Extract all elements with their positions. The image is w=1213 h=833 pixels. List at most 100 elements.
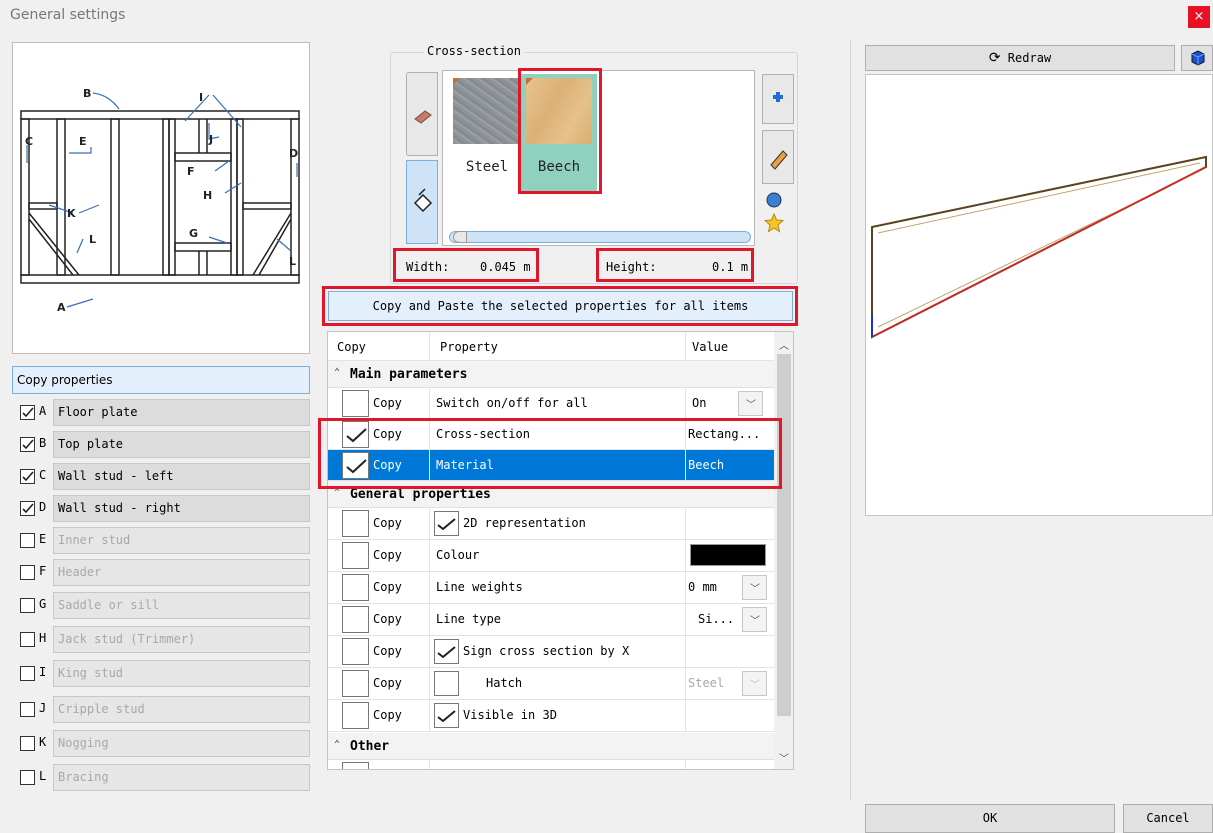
section-other[interactable]: ⌃ Other bbox=[328, 733, 774, 760]
element-checkbox[interactable] bbox=[20, 405, 35, 420]
copy-checkbox[interactable] bbox=[342, 606, 369, 633]
element-name[interactable]: Top plate bbox=[53, 431, 310, 458]
element-checkbox[interactable] bbox=[20, 666, 35, 681]
element-row-jack-stud[interactable]: H Jack stud (Trimmer) bbox=[18, 626, 310, 653]
element-checkbox[interactable] bbox=[20, 702, 35, 717]
horizontal-scrollbar[interactable] bbox=[449, 231, 751, 243]
online-library-button[interactable] bbox=[762, 190, 794, 210]
copy-checkbox[interactable] bbox=[342, 702, 369, 729]
value-checkbox[interactable] bbox=[434, 703, 459, 728]
colour-swatch[interactable] bbox=[690, 544, 766, 566]
grid-scrollbar[interactable]: ︿ ﹀ bbox=[774, 332, 793, 769]
copy-checkbox[interactable] bbox=[342, 390, 369, 417]
element-letter: I bbox=[39, 665, 47, 679]
close-button[interactable]: × bbox=[1188, 6, 1210, 28]
element-checkbox[interactable] bbox=[20, 437, 35, 452]
material-name-steel[interactable]: Steel bbox=[447, 159, 527, 175]
element-name[interactable]: Saddle or sill bbox=[53, 592, 310, 619]
add-material-button[interactable] bbox=[762, 74, 794, 124]
element-name[interactable]: Wall stud - left bbox=[53, 463, 310, 490]
element-name[interactable]: Nogging bbox=[53, 730, 310, 757]
favorite-button[interactable] bbox=[762, 212, 794, 234]
element-row-top-plate[interactable]: B Top plate bbox=[18, 431, 310, 458]
dropdown-button[interactable]: ﹀ bbox=[742, 607, 767, 632]
element-row-nogging[interactable]: K Nogging bbox=[18, 730, 310, 757]
scroll-up-icon[interactable]: ︿ bbox=[779, 337, 789, 352]
value-checkbox[interactable] bbox=[434, 639, 459, 664]
element-row-saddle-or-sill[interactable]: G Saddle or sill bbox=[18, 592, 310, 619]
element-checkbox[interactable] bbox=[20, 565, 35, 580]
scroll-left-handle[interactable] bbox=[453, 231, 467, 243]
element-row-wall-stud-left[interactable]: C Wall stud - left bbox=[18, 463, 310, 490]
grid-row-partial[interactable] bbox=[328, 760, 774, 769]
element-name[interactable]: Bracing bbox=[53, 764, 310, 791]
properties-grid[interactable]: Copy Property Value ⌃ Main parameters Co… bbox=[327, 331, 794, 770]
edit-material-button[interactable] bbox=[762, 130, 794, 184]
grid-row-visible-3d[interactable]: Copy Visible in 3D bbox=[328, 700, 774, 732]
scroll-thumb[interactable] bbox=[777, 354, 791, 716]
element-row-cripple-stud[interactable]: J Cripple stud bbox=[18, 696, 310, 723]
element-row-bracing[interactable]: L Bracing bbox=[18, 764, 310, 791]
copy-checkbox[interactable] bbox=[342, 762, 369, 769]
value-checkbox[interactable] bbox=[434, 671, 459, 696]
grid-row-line-type[interactable]: Copy Line type Si... ﹀ bbox=[328, 604, 774, 636]
element-name[interactable]: Jack stud (Trimmer) bbox=[53, 626, 310, 653]
redraw-button[interactable]: ⟳ Redraw bbox=[865, 45, 1175, 71]
element-name[interactable]: Wall stud - right bbox=[53, 495, 310, 522]
element-checkbox[interactable] bbox=[20, 632, 35, 647]
copy-checkbox[interactable] bbox=[342, 638, 369, 665]
chevron-up-icon[interactable]: ⌃ bbox=[334, 367, 340, 378]
chevron-down-icon: ﹀ bbox=[750, 584, 760, 595]
property-value[interactable]: Si... bbox=[698, 612, 734, 626]
material-swatch-steel[interactable] bbox=[453, 78, 519, 144]
copy-checkbox[interactable] bbox=[342, 670, 369, 697]
element-letter: F bbox=[39, 564, 47, 578]
value-checkbox[interactable] bbox=[434, 511, 459, 536]
copy-checkbox[interactable] bbox=[342, 542, 369, 569]
view-3d-button[interactable] bbox=[1181, 45, 1213, 71]
copy-checkbox[interactable] bbox=[342, 510, 369, 537]
element-name[interactable]: King stud bbox=[53, 660, 310, 687]
section-main-parameters[interactable]: ⌃ Main parameters bbox=[328, 361, 774, 388]
chevron-up-icon[interactable]: ⌃ bbox=[334, 739, 340, 750]
element-name[interactable]: Cripple stud bbox=[53, 696, 310, 723]
cancel-button[interactable]: Cancel bbox=[1123, 804, 1213, 833]
element-name[interactable]: Floor plate bbox=[53, 399, 310, 426]
element-row-floor-plate[interactable]: A Floor plate bbox=[18, 399, 310, 426]
element-row-king-stud[interactable]: I King stud bbox=[18, 660, 310, 687]
dropdown-button[interactable]: ﹀ bbox=[738, 391, 763, 416]
ok-button[interactable]: OK bbox=[865, 804, 1115, 833]
width-value[interactable]: 0.045 m bbox=[480, 260, 531, 274]
property-value[interactable]: On bbox=[692, 396, 706, 410]
grid-row-sign-cross-section[interactable]: Copy Sign cross section by X bbox=[328, 636, 774, 668]
element-checkbox[interactable] bbox=[20, 598, 35, 613]
element-checkbox[interactable] bbox=[20, 501, 35, 516]
element-checkbox[interactable] bbox=[20, 533, 35, 548]
panel-separator bbox=[850, 40, 851, 800]
copy-label: Copy bbox=[373, 644, 402, 658]
element-row-wall-stud-right[interactable]: D Wall stud - right bbox=[18, 495, 310, 522]
dropdown-button[interactable]: ﹀ bbox=[742, 575, 767, 600]
highlight-beech bbox=[518, 68, 602, 194]
property-value[interactable]: 0 mm bbox=[688, 580, 717, 594]
grid-row-colour[interactable]: Copy Colour bbox=[328, 540, 774, 572]
mode-tab-paint[interactable] bbox=[406, 160, 438, 244]
element-name[interactable]: Header bbox=[53, 559, 310, 586]
scroll-down-icon[interactable]: ﹀ bbox=[779, 750, 789, 765]
element-checkbox[interactable] bbox=[20, 736, 35, 751]
element-name[interactable]: Inner stud bbox=[53, 527, 310, 554]
grid-row-switch[interactable]: Copy Switch on/off for all On ﹀ bbox=[328, 388, 774, 419]
element-checkbox[interactable] bbox=[20, 469, 35, 484]
element-checkbox[interactable] bbox=[20, 770, 35, 785]
mode-tab-profile[interactable] bbox=[406, 72, 438, 156]
grid-row-hatch[interactable]: Copy Hatch Steel ﹀ bbox=[328, 668, 774, 700]
3d-preview[interactable] bbox=[865, 74, 1213, 516]
grid-row-2d-representation[interactable]: Copy 2D representation bbox=[328, 508, 774, 540]
diagram-label-l: L bbox=[89, 233, 96, 246]
element-row-inner-stud[interactable]: E Inner stud bbox=[18, 527, 310, 554]
element-row-header[interactable]: F Header bbox=[18, 559, 310, 586]
height-value[interactable]: 0.1 m bbox=[712, 260, 748, 274]
copy-properties-header[interactable]: Copy properties bbox=[12, 366, 310, 394]
copy-checkbox[interactable] bbox=[342, 574, 369, 601]
grid-row-line-weights[interactable]: Copy Line weights 0 mm ﹀ bbox=[328, 572, 774, 604]
